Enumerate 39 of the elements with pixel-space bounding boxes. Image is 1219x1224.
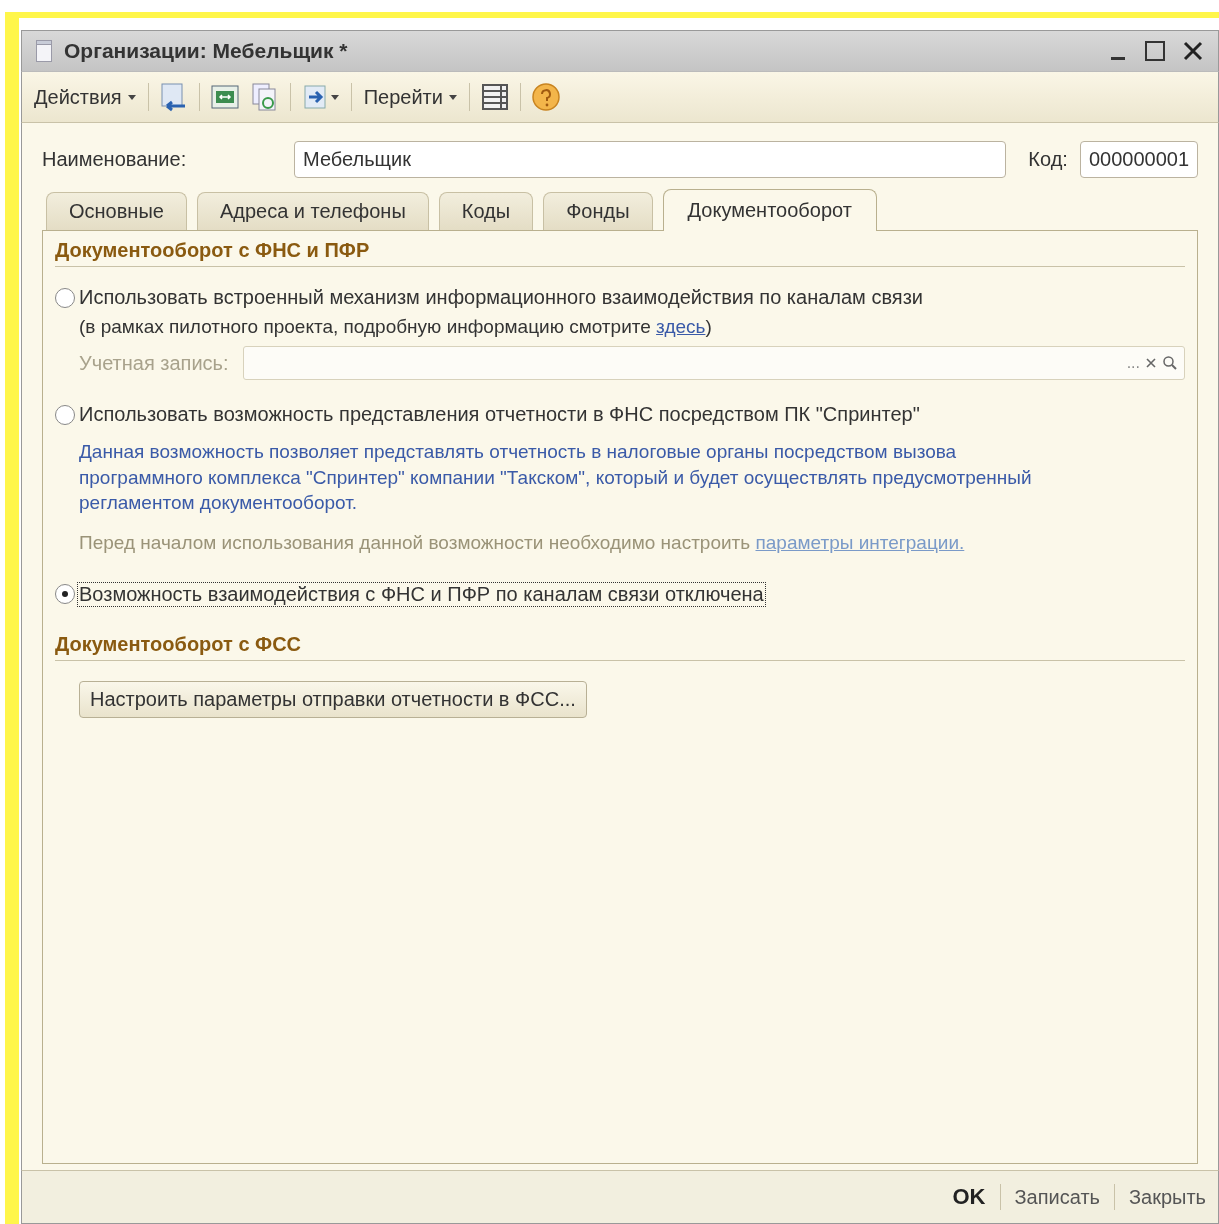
actions-menu[interactable]: Действия [32, 85, 138, 109]
close-icon[interactable] [1182, 40, 1204, 62]
code-field[interactable]: 000000001 [1079, 141, 1198, 178]
account-label: Учетная запись: [79, 351, 229, 375]
goto-menu[interactable]: Перейти [361, 85, 459, 109]
name-field[interactable]: Мебельщик [294, 141, 1007, 178]
help-icon[interactable] [530, 82, 561, 112]
window-title: Организации: Мебельщик * [64, 39, 349, 63]
fss-settings-button[interactable]: Настроить параметры отправки отчетности в ФСС... [79, 680, 587, 718]
list-icon[interactable] [479, 82, 510, 112]
search-icon[interactable] [1162, 355, 1178, 371]
section-heading: Документооборот с ФСС [55, 632, 1185, 661]
tab[interactable]: Основные [46, 192, 187, 230]
tab[interactable]: Документооборот [662, 189, 877, 231]
here-link[interactable]: здесь [656, 316, 706, 337]
caret-icon [330, 94, 339, 100]
sprinter-description: Данная возможность позволяет представлять отчетность в налоговые органы посредством вызова программного комплекса "Спринтер" компании "Такском", который и будет осуществлять предусмотренный регламентом документооборот. [79, 440, 1033, 516]
caret-icon [127, 94, 136, 100]
clear-icon[interactable] [1144, 356, 1158, 370]
name-label: Наименование: [42, 148, 188, 171]
option-label[interactable]: Возможность взаимодействия с ФНС и ПФР по каналам связи отключена [77, 581, 766, 607]
footer-button[interactable]: OK [950, 1184, 988, 1210]
tab[interactable]: Коды [438, 192, 534, 230]
section-heading: Документооборот с ФНС и ПФР [55, 239, 1185, 267]
tab[interactable]: Адреса и телефоны [196, 192, 429, 230]
integration-note: Перед началом использования данной возможности необходимо настроить параметры интеграции. [79, 531, 966, 554]
maximize-icon[interactable] [1144, 40, 1166, 62]
tab[interactable]: Фонды [543, 192, 653, 230]
pilot-note: (в рамках пилотного проекта, подробную информацию смотрите здесь) [79, 316, 713, 338]
code-label: Код: [1028, 148, 1068, 171]
footer-button[interactable]: Записать [1012, 1185, 1102, 1209]
radio-button[interactable] [55, 287, 75, 308]
radio-button[interactable] [55, 584, 75, 605]
document-icon [36, 40, 52, 62]
option-label[interactable]: Использовать возможность представления отчетности в ФНС посредством ПК "Спринтер" [77, 402, 922, 427]
caret-icon [448, 94, 457, 100]
option-label[interactable]: Использовать встроенный механизм информационного взаимодействия по каналам связи [77, 285, 925, 310]
footer-button[interactable]: Закрыть [1126, 1185, 1208, 1209]
radio-button[interactable] [55, 404, 75, 425]
